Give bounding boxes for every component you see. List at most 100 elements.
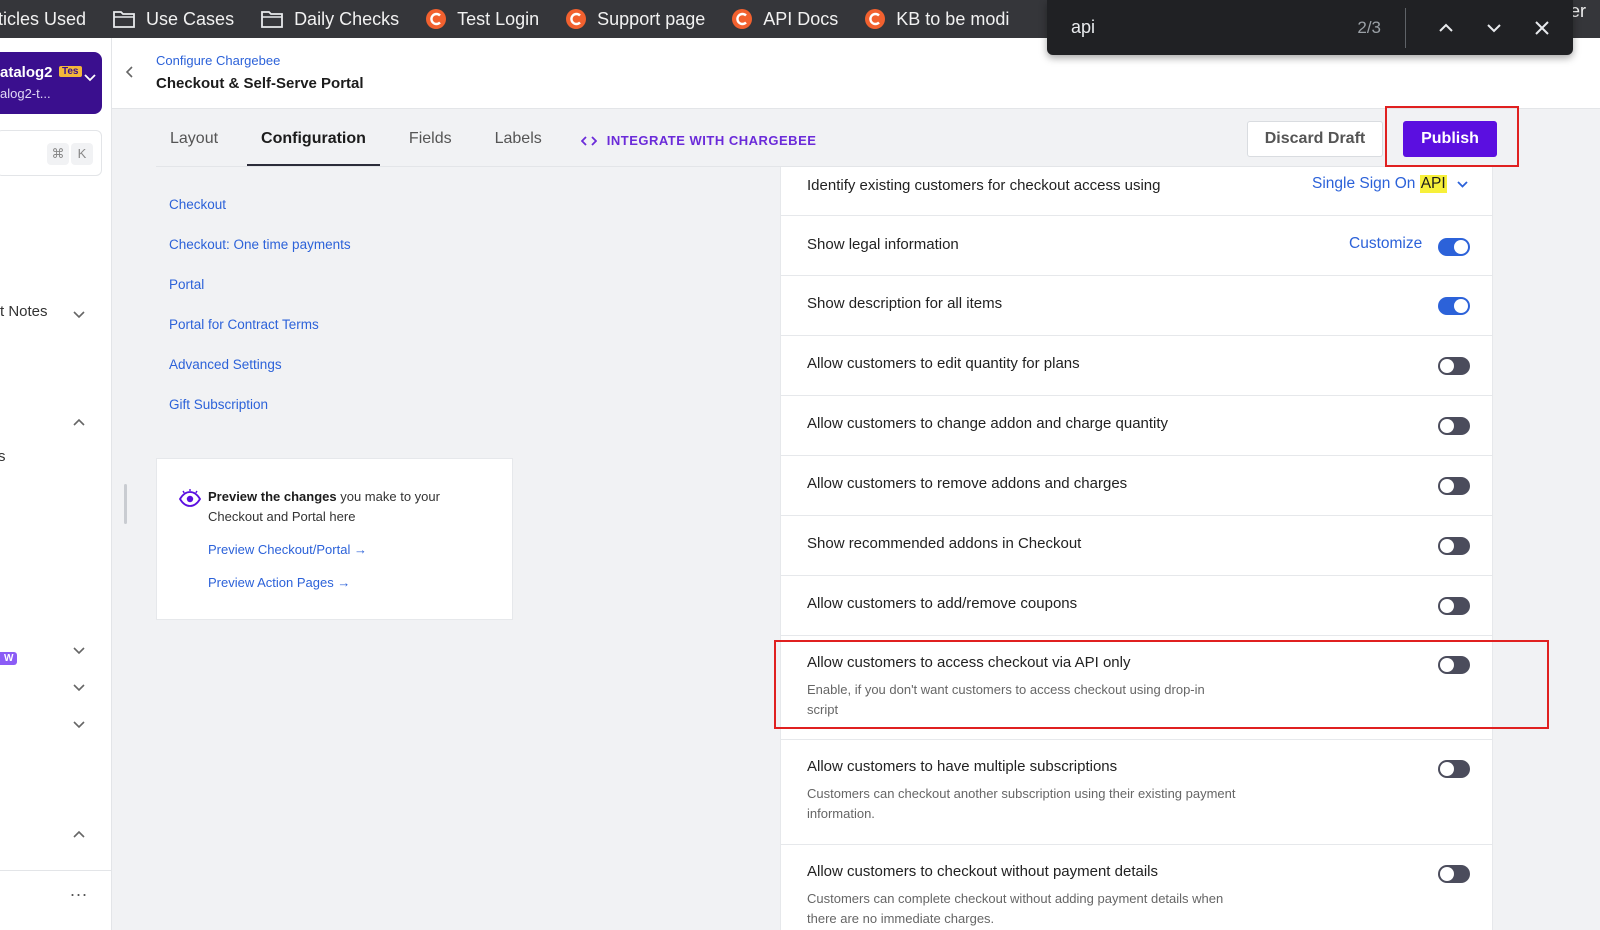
toggle-knob — [1440, 359, 1454, 373]
chevron-up-icon[interactable] — [72, 828, 86, 842]
setting-description: Customers can complete checkout without … — [807, 891, 1224, 926]
chevron-down-icon[interactable] — [72, 717, 86, 731]
coupons-toggle[interactable] — [1438, 597, 1470, 615]
tab-bar: Layout Configuration Fields Labels INTEG… — [156, 114, 816, 167]
tab-fields[interactable]: Fields — [395, 114, 466, 167]
page-title: Checkout & Self-Serve Portal — [156, 75, 364, 92]
setting-api-only: Allow customers to access checkout via A… — [781, 636, 1492, 740]
bookmark-test-login[interactable]: Test Login — [425, 0, 539, 38]
find-input[interactable]: api — [1071, 17, 1321, 38]
publish-button[interactable]: Publish — [1403, 121, 1497, 157]
multiple-subscriptions-toggle[interactable] — [1438, 760, 1470, 778]
find-previous-button[interactable] — [1422, 8, 1470, 48]
setting-label: Allow customers to remove addons and cha… — [807, 475, 1128, 492]
breadcrumb[interactable]: Configure Chargebee — [156, 53, 280, 68]
recommended-addons-toggle[interactable] — [1438, 537, 1470, 555]
section-link-checkout[interactable]: Checkout — [169, 197, 226, 212]
setting-recommended-addons: Show recommended addons in Checkout — [781, 516, 1492, 576]
site-name: atalog2 — [0, 64, 53, 81]
section-link-gift-subscription[interactable]: Gift Subscription — [169, 397, 268, 412]
eye-icon — [179, 489, 201, 507]
setting-description: Customers can checkout another subscript… — [807, 786, 1236, 821]
bookmark-support-page[interactable]: Support page — [565, 0, 705, 38]
setting-legal-info: Show legal information Customize — [781, 216, 1492, 276]
setting-label: Allow customers to edit quantity for pla… — [807, 355, 1080, 372]
chevron-down-icon — [84, 74, 96, 82]
preview-checkout-portal-link[interactable]: Preview Checkout/Portal → — [208, 542, 367, 557]
bookmark-api-docs[interactable]: API Docs — [731, 0, 838, 38]
chevron-down-icon[interactable] — [72, 643, 86, 657]
nav-search-input[interactable]: ⌘ K — [0, 130, 102, 176]
sidebar-item-notes[interactable]: t Notes — [0, 303, 48, 320]
setting-identify-customers: Identify existing customers for checkout… — [781, 167, 1492, 216]
toggle-knob — [1440, 867, 1454, 881]
discard-draft-button[interactable]: Discard Draft — [1247, 121, 1383, 157]
folder-icon — [260, 9, 284, 29]
dropdown-value: Single Sign On — [1312, 175, 1416, 192]
chargebee-logo-icon — [425, 8, 447, 30]
integrate-label: INTEGRATE WITH CHARGEBEE — [606, 133, 817, 148]
tab-layout[interactable]: Layout — [156, 114, 232, 167]
back-chevron-icon[interactable] — [125, 65, 135, 79]
chevron-down-icon[interactable] — [72, 307, 86, 321]
setting-remove-addons: Allow customers to remove addons and cha… — [781, 456, 1492, 516]
k-key-hint: K — [71, 143, 93, 165]
setting-show-description: Show description for all items — [781, 276, 1492, 336]
bookmark-articles-used[interactable]: ticles Used — [0, 0, 86, 38]
setting-description: Enable, if you don't want customers to a… — [807, 682, 1205, 717]
sidebar-item-partial[interactable]: s — [0, 448, 6, 465]
toggle-knob — [1440, 479, 1454, 493]
setting-no-payment-details: Allow customers to checkout without paym… — [781, 845, 1492, 930]
customize-legal-link[interactable]: Customize — [1349, 235, 1422, 253]
chevron-down-icon[interactable] — [72, 680, 86, 694]
bookmark-use-cases[interactable]: Use Cases — [112, 0, 234, 38]
preview-bold-text: Preview the changes — [208, 489, 337, 504]
bookmark-daily-checks[interactable]: Daily Checks — [260, 0, 399, 38]
left-sidebar: atalog2 Tes alog2-t... ⌘ K t Notes s W .… — [0, 38, 112, 930]
find-close-button[interactable] — [1518, 8, 1566, 48]
section-link-portal-contract-terms[interactable]: Portal for Contract Terms — [169, 317, 319, 332]
identify-method-dropdown[interactable]: Single Sign On API — [1312, 175, 1468, 193]
find-match-count: 2/3 — [1357, 17, 1381, 37]
section-link-portal[interactable]: Portal — [169, 277, 204, 292]
setting-label: Show recommended addons in Checkout — [807, 535, 1082, 552]
sidebar-resize-handle[interactable] — [124, 484, 127, 524]
chevron-up-icon[interactable] — [72, 416, 86, 430]
toggle-knob — [1440, 762, 1454, 776]
setting-label: Identify existing customers for checkout… — [807, 177, 1161, 194]
toggle-knob — [1440, 539, 1454, 553]
preview-action-pages-link[interactable]: Preview Action Pages → — [208, 575, 350, 590]
find-bar: api 2/3 — [1047, 0, 1573, 55]
chevron-down-icon — [1457, 180, 1468, 188]
find-highlight: API — [1419, 175, 1447, 193]
integrate-with-chargebee-link[interactable]: INTEGRATE WITH CHARGEBEE — [580, 114, 817, 167]
close-icon — [1535, 20, 1549, 35]
setting-multiple-subscriptions: Allow customers to have multiple subscri… — [781, 740, 1492, 845]
addon-quantity-toggle[interactable] — [1438, 417, 1470, 435]
bookmark-kb-to-be-modified[interactable]: KB to be modi — [864, 0, 1009, 38]
setting-coupons: Allow customers to add/remove coupons — [781, 576, 1492, 636]
legal-info-toggle[interactable] — [1438, 238, 1470, 256]
setting-label: Allow customers to change addon and char… — [807, 415, 1169, 432]
site-switcher[interactable]: atalog2 Tes alog2-t... — [0, 52, 102, 114]
chargebee-logo-icon — [864, 8, 886, 30]
section-link-checkout-one-time[interactable]: Checkout: One time payments — [169, 237, 351, 252]
chevron-down-icon — [1487, 23, 1501, 32]
setting-label: Show description for all items — [807, 295, 1003, 312]
chargebee-logo-icon — [731, 8, 753, 30]
show-description-toggle[interactable] — [1438, 297, 1470, 315]
remove-addons-toggle[interactable] — [1438, 477, 1470, 495]
more-options-button[interactable]: ... — [70, 880, 88, 901]
find-next-button[interactable] — [1470, 8, 1518, 48]
setting-addon-quantity: Allow customers to change addon and char… — [781, 396, 1492, 456]
section-link-advanced-settings[interactable]: Advanced Settings — [169, 357, 282, 372]
edit-quantity-toggle[interactable] — [1438, 357, 1470, 375]
sidebar-divider — [0, 870, 111, 871]
setting-label: Show legal information — [807, 236, 959, 253]
tab-configuration[interactable]: Configuration — [247, 114, 380, 167]
api-only-toggle[interactable] — [1438, 656, 1470, 674]
toggle-knob — [1454, 299, 1468, 313]
tab-labels[interactable]: Labels — [481, 114, 556, 167]
toggle-knob — [1440, 599, 1454, 613]
no-payment-details-toggle[interactable] — [1438, 865, 1470, 883]
